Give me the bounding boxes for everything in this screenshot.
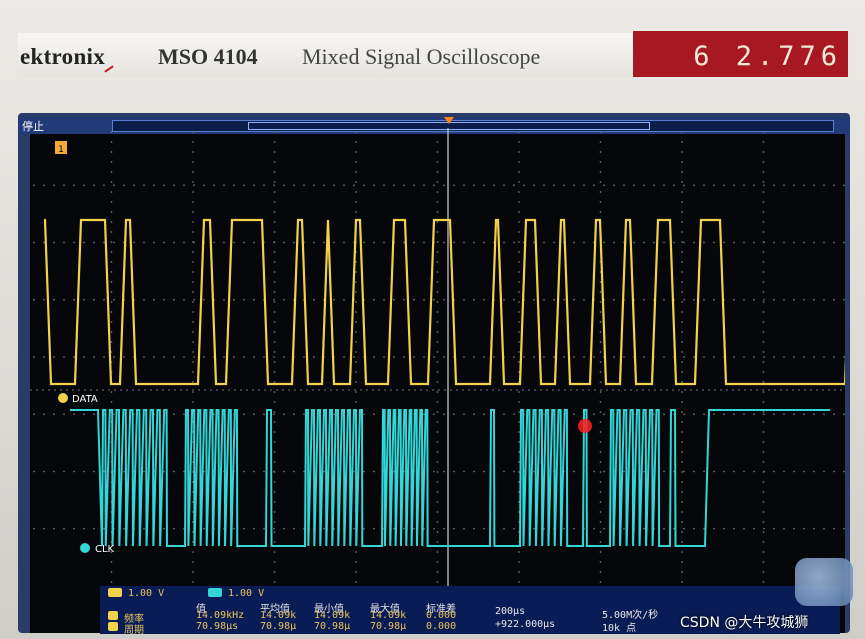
meas-row-2-name: 周期 [124, 625, 144, 636]
meas-row-1-mean: 14.09k [260, 610, 297, 621]
clk-trace [70, 409, 830, 547]
model-name: MSO 4104 [158, 44, 258, 69]
meas-row-1-value: 14.09kHz [196, 610, 245, 621]
meas-row-2-min: 70.98µ [314, 621, 351, 632]
side-button-icon[interactable] [795, 558, 853, 606]
counter-display: 6 2.776 [633, 31, 848, 77]
record-length: 10k 点 [602, 623, 637, 634]
meas-row-1-stddev: 0.000 [426, 610, 457, 621]
meas-row-2-value: 70.98µs [196, 621, 239, 632]
meas-row-1-marker-icon [108, 611, 118, 620]
brand-logo: ektronix [20, 44, 106, 69]
data-channel-label: DATA [72, 394, 98, 405]
meas-row-2-stddev: 0.000 [426, 621, 457, 632]
waveform-display: 1 DATA CLK [30, 128, 845, 586]
timebase-position[interactable]: +922.000µs [495, 619, 555, 630]
device-subtitle: Mixed Signal Oscilloscope [302, 44, 541, 69]
ch2-scale-icon [208, 588, 222, 597]
timebase-scale[interactable]: 200µs [495, 606, 525, 617]
data-trace [43, 218, 845, 386]
red-glare [578, 419, 592, 433]
data-channel-marker-icon[interactable] [58, 393, 68, 403]
clk-channel-label: CLK [95, 544, 115, 555]
counter-value: 6 2.776 [693, 41, 842, 72]
watermark: CSDN @大牛攻城狮 [680, 615, 809, 631]
meas-row-2-mean: 70.98µ [260, 621, 297, 632]
ch1-scale[interactable]: 1.00 V [128, 588, 164, 599]
ch1-marker-label: 1 [58, 145, 64, 155]
meas-row-2-max: 70.98µ [370, 621, 407, 632]
trigger-position-icon [444, 117, 454, 124]
ch1-scale-icon [108, 588, 122, 597]
clk-channel-marker-icon[interactable] [80, 543, 90, 553]
meas-row-1-max: 14.09k [370, 610, 407, 621]
ch2-scale[interactable]: 1.00 V [228, 588, 264, 599]
meas-row-2-marker-icon [108, 622, 118, 631]
meas-row-1-min: 14.09k [314, 610, 351, 621]
